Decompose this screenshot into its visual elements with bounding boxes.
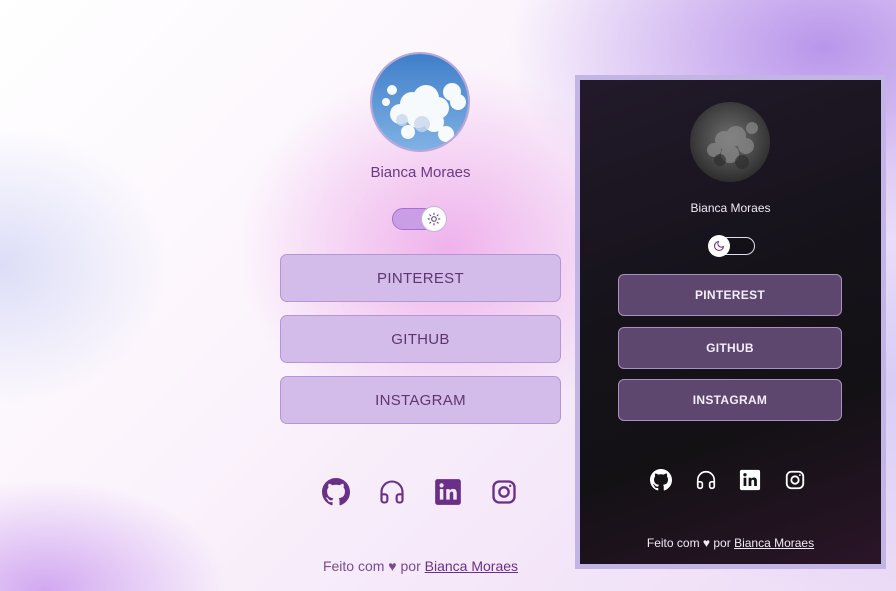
moon-icon bbox=[713, 240, 725, 252]
headphones-icon[interactable] bbox=[695, 469, 717, 491]
theme-toggle[interactable] bbox=[708, 235, 756, 257]
github-button[interactable]: GITHUB bbox=[280, 315, 561, 363]
instagram-button[interactable]: INSTAGRAM bbox=[280, 376, 561, 424]
footer-text: Feito com ♥ por bbox=[646, 536, 731, 550]
profile-name: Bianca Moraes bbox=[370, 164, 471, 181]
toggle-knob bbox=[421, 206, 447, 232]
footer-text: Feito com ♥ por bbox=[322, 558, 421, 574]
github-icon[interactable] bbox=[320, 476, 352, 508]
avatar bbox=[370, 52, 470, 152]
sun-icon bbox=[427, 212, 441, 226]
pinterest-button[interactable]: PINTEREST bbox=[618, 274, 842, 316]
instagram-button[interactable]: INSTAGRAM bbox=[618, 379, 842, 421]
github-button[interactable]: GITHUB bbox=[618, 327, 842, 369]
light-profile-card: Bianca Moraes PINTEREST GITHUB INSTAGRAM bbox=[280, 0, 561, 591]
linkedin-icon[interactable] bbox=[432, 476, 464, 508]
instagram-icon[interactable] bbox=[784, 469, 806, 491]
headphones-icon[interactable] bbox=[376, 476, 408, 508]
author-link[interactable]: Bianca Moraes bbox=[734, 536, 814, 550]
footer: Feito com ♥ por Bianca Moraes bbox=[580, 536, 881, 550]
avatar bbox=[690, 102, 770, 182]
social-icons bbox=[320, 476, 520, 508]
author-link[interactable]: Bianca Moraes bbox=[425, 558, 518, 574]
footer: Feito com ♥ por Bianca Moraes bbox=[280, 558, 561, 574]
profile-name: Bianca Moraes bbox=[690, 201, 771, 215]
theme-toggle[interactable] bbox=[392, 206, 448, 232]
pinterest-button[interactable]: PINTEREST bbox=[280, 254, 561, 302]
linkedin-icon[interactable] bbox=[739, 469, 761, 491]
dark-profile-card: Bianca Moraes PINTEREST GITHUB INSTAGRAM bbox=[575, 75, 886, 569]
instagram-icon[interactable] bbox=[488, 476, 520, 508]
github-icon[interactable] bbox=[650, 469, 672, 491]
social-icons bbox=[650, 469, 814, 493]
toggle-knob bbox=[708, 235, 730, 257]
